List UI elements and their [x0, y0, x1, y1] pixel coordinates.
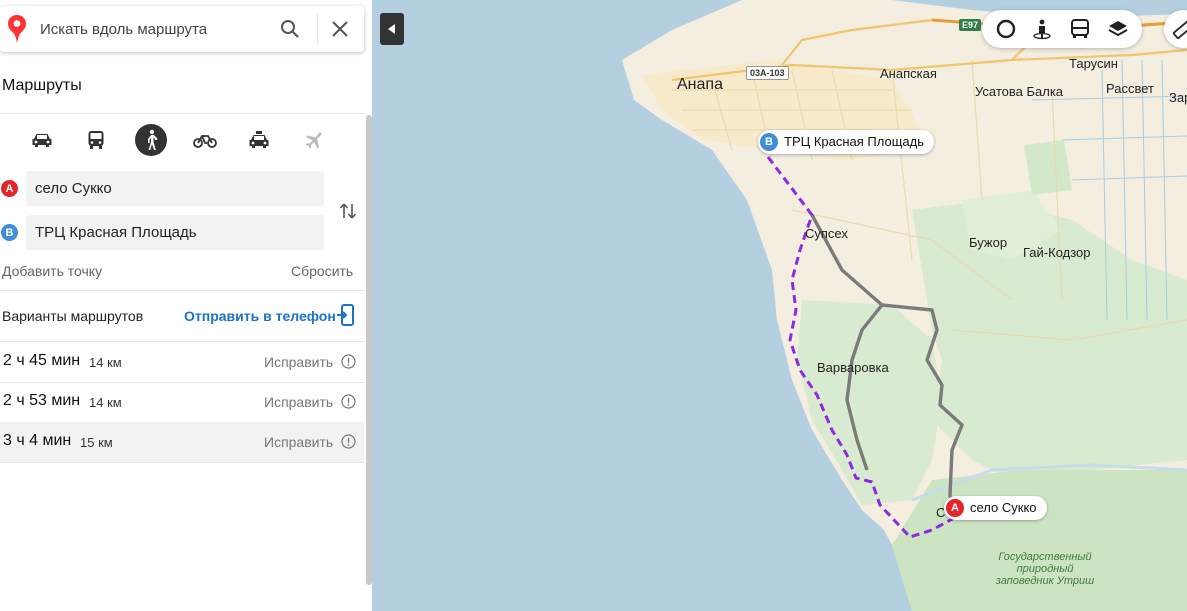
point-a-input[interactable]: [26, 171, 324, 206]
place-usatova-balka: Усатова Балка: [975, 84, 1064, 99]
map-marker-b-label[interactable]: B ТРЦ Красная Площадь: [758, 130, 935, 154]
map-marker-a-label[interactable]: A село Сукко: [944, 496, 1047, 520]
reserve-label-line: Государственный: [998, 551, 1092, 563]
close-icon[interactable]: [328, 17, 352, 41]
bus-icon: [88, 131, 104, 149]
place-supsekh: Супсех: [805, 226, 848, 241]
info-icon[interactable]: [341, 354, 356, 369]
fix-route-link[interactable]: Исправить: [264, 394, 333, 410]
place-tarusin: Тарусин: [1069, 56, 1118, 71]
map-layers-toolbar: [982, 10, 1142, 48]
reserve-label-line: заповедник Утриш: [995, 575, 1095, 587]
route-distance: 14 км: [89, 355, 122, 370]
mode-pedestrian-button[interactable]: [135, 124, 167, 156]
mode-plane-button[interactable]: [298, 124, 330, 156]
route-option[interactable]: 2 ч 53 мин 14 км Исправить: [0, 382, 364, 422]
divider: [0, 113, 364, 114]
divider: [0, 290, 364, 291]
route-distance: 15 км: [80, 435, 113, 450]
plane-icon: [305, 132, 322, 149]
route-duration: 2 ч 45 мин: [3, 352, 81, 369]
marker-a-icon: A: [946, 499, 964, 517]
search-input[interactable]: [40, 16, 260, 42]
map-canvas[interactable]: Анапа Анапская Тарусин Усатова Балка Рас…: [372, 0, 1187, 611]
mode-car-button[interactable]: [26, 124, 58, 156]
point-a-marker: A: [1, 180, 18, 197]
route-duration: 2 ч 53 мин: [3, 392, 81, 409]
place-anapa: Анапа: [677, 76, 723, 93]
ruler-icon: [1172, 19, 1187, 39]
marker-a-text: село Сукко: [970, 500, 1037, 515]
place-rassvet: Рассвет: [1106, 81, 1154, 96]
marker-b-text: ТРЦ Красная Площадь: [784, 134, 925, 149]
info-icon[interactable]: [341, 434, 356, 449]
point-b-marker: B: [1, 224, 18, 241]
place-buzhor: Бужор: [969, 235, 1008, 250]
transit-layer-icon[interactable]: [1068, 17, 1092, 41]
mode-bus-button[interactable]: [80, 124, 112, 156]
route-variants-label: Варианты маршрутов: [2, 308, 144, 324]
map-base: [372, 0, 1187, 611]
pedestrian-icon: [148, 129, 158, 150]
bicycle-icon: [193, 135, 217, 148]
reserve-label-line: природный: [1016, 563, 1074, 575]
panorama-icon[interactable]: [994, 17, 1018, 41]
marker-b-icon: B: [760, 133, 778, 151]
reset-link[interactable]: Сбросить: [291, 263, 353, 279]
fix-route-link[interactable]: Исправить: [264, 354, 333, 370]
fix-route-link[interactable]: Исправить: [264, 434, 333, 450]
route-distance: 14 км: [89, 395, 122, 410]
route-panel: Маршруты: [0, 0, 372, 611]
send-to-phone-link[interactable]: Отправить в телефон: [184, 308, 336, 324]
place-utrish-reserve: Государственный природный заповедник Утр…: [992, 551, 1098, 587]
send-to-phone-icon[interactable]: [336, 303, 356, 329]
place-zarya: Заря: [1169, 90, 1187, 105]
search-icon[interactable]: [278, 17, 302, 41]
add-point-link[interactable]: Добавить точку: [2, 263, 102, 279]
route-duration: 3 ч 4 мин: [3, 432, 72, 449]
route-option-selected[interactable]: 3 ч 4 мин 15 км Исправить: [0, 422, 364, 462]
taxi-icon: [249, 131, 269, 148]
info-icon[interactable]: [341, 394, 356, 409]
collapse-panel-button[interactable]: [380, 13, 404, 45]
divider: [0, 462, 364, 463]
yandex-maps-logo-icon[interactable]: [6, 14, 28, 44]
place-varvarovka: Варваровка: [817, 360, 889, 375]
divider: [317, 14, 318, 44]
chevron-left-icon: [388, 24, 395, 34]
mode-taxi-button[interactable]: [243, 124, 275, 156]
car-icon: [32, 134, 52, 147]
road-shield-03a103: 03А-103: [746, 66, 789, 80]
panel-title: Маршруты: [2, 77, 82, 94]
road-shield-e97: E97: [959, 19, 982, 31]
point-a-letter: A: [5, 182, 14, 195]
point-b-letter: B: [5, 226, 14, 239]
mode-bicycle-button[interactable]: [189, 124, 221, 156]
point-b-input[interactable]: [26, 215, 324, 250]
search-bar: [0, 6, 364, 52]
place-anapskaya: Анапская: [880, 66, 937, 81]
swap-points-icon[interactable]: [337, 200, 359, 222]
street-view-icon[interactable]: [1030, 17, 1054, 41]
layers-icon[interactable]: [1106, 17, 1130, 41]
place-gai-kodzor: Гай-Кодзор: [1023, 245, 1091, 260]
route-option[interactable]: 2 ч 45 мин 14 км Исправить: [0, 342, 364, 382]
